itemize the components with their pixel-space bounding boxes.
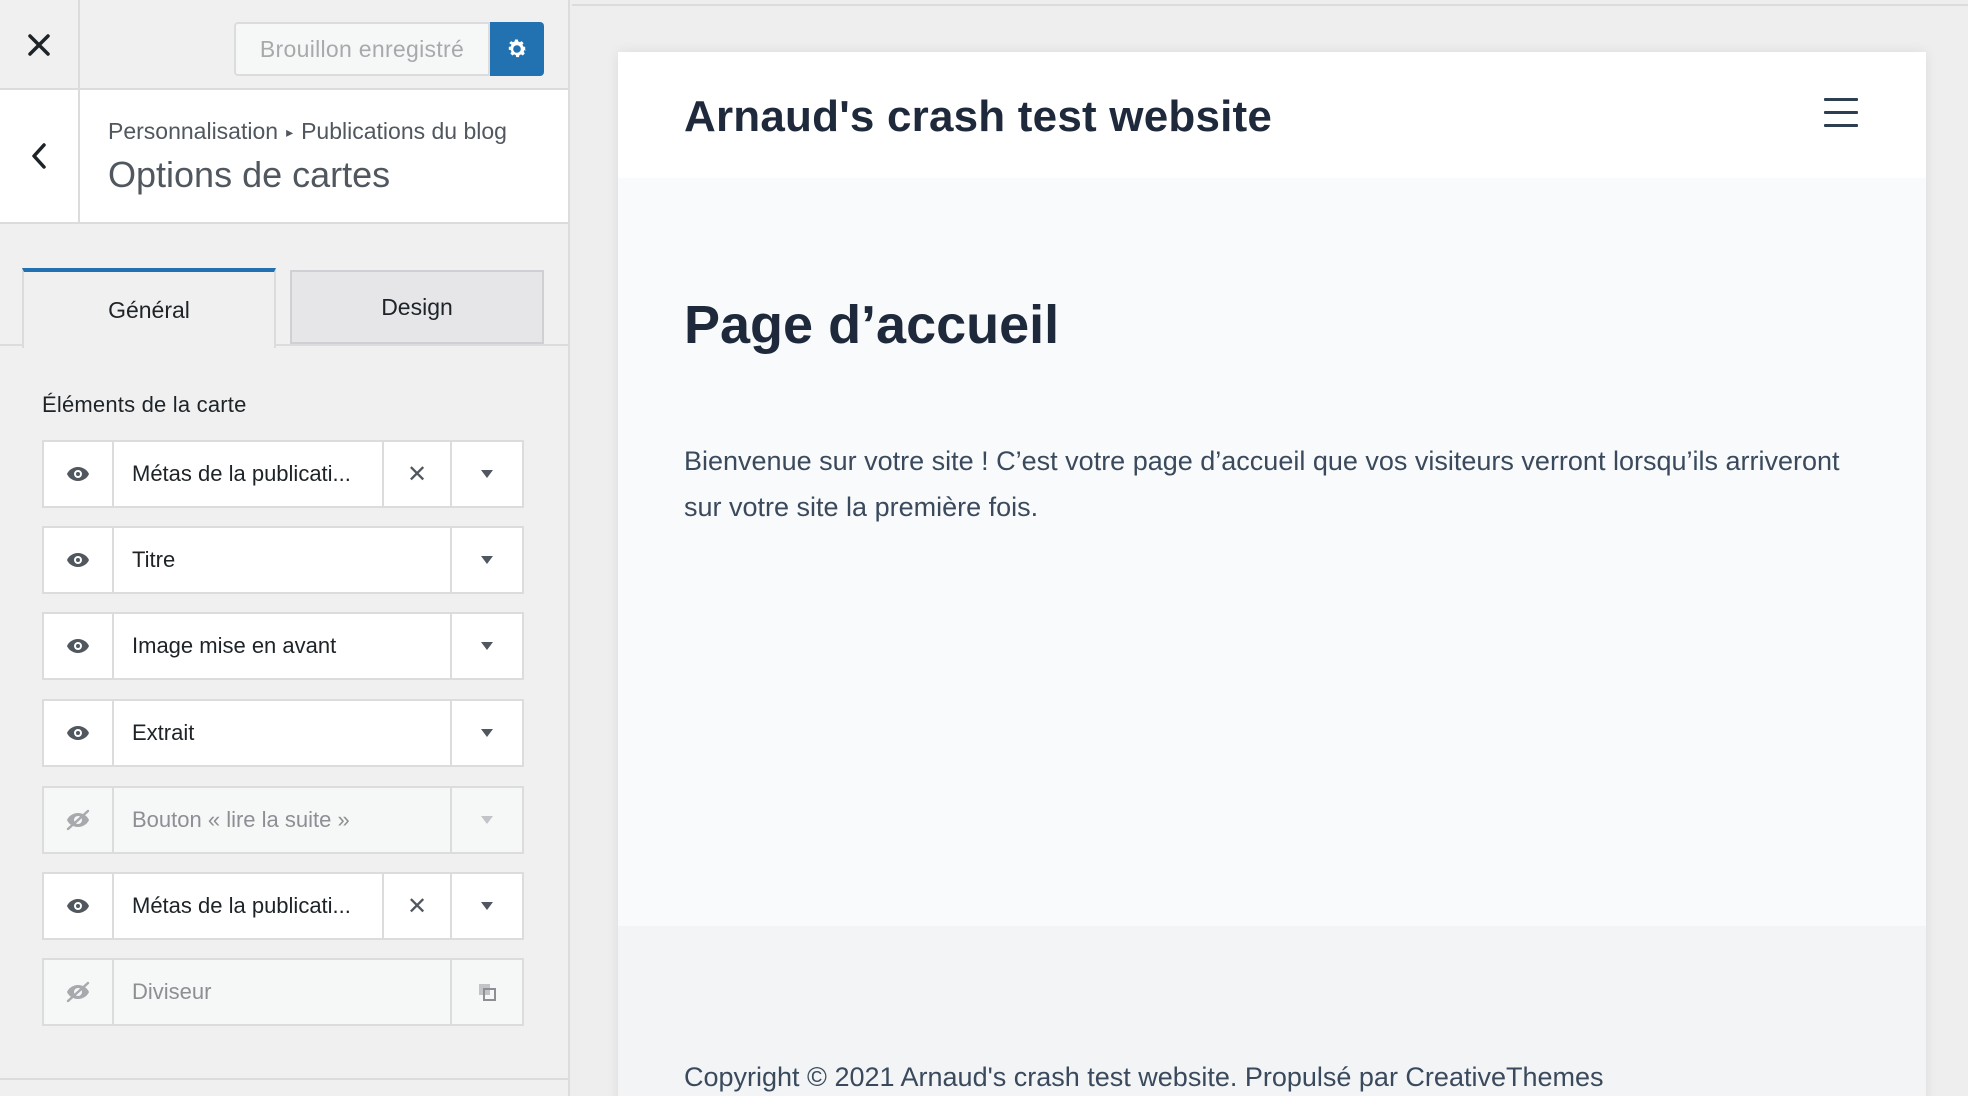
visibility-toggle[interactable] <box>44 788 114 852</box>
card-element-label: Métas de la publicati... <box>132 461 351 486</box>
card-element-row[interactable]: Métas de la publicati... ✕ <box>42 440 524 508</box>
card-element-row[interactable]: Titre <box>42 526 524 594</box>
customizer-panel: Brouillon enregistré Personnalisation ▸ Pu… <box>0 0 570 1096</box>
caret-down-icon <box>481 556 493 564</box>
section-header: Personnalisation ▸ Publications du blog Op… <box>0 90 568 224</box>
eye-icon <box>67 639 89 653</box>
draft-saved-button[interactable]: Brouillon enregistré <box>234 22 490 76</box>
caret-down-icon <box>481 729 493 737</box>
site-preview: Arnaud's crash test website Page d’accue… <box>618 52 1926 1096</box>
visibility-toggle[interactable] <box>44 701 114 765</box>
close-icon <box>28 34 50 56</box>
card-element-label: Extrait <box>132 720 195 745</box>
eye-hidden-icon <box>66 809 90 831</box>
footer-copyright: Copyright © 2021 Arnaud's crash test web… <box>684 1062 1604 1092</box>
caret-down-icon <box>481 816 493 824</box>
hamburger-icon[interactable] <box>1824 98 1858 128</box>
breadcrumb: Personnalisation ▸ Publications du blog <box>108 118 507 145</box>
gear-icon <box>508 39 527 58</box>
card-element-row[interactable]: Extrait <box>42 699 524 767</box>
page-title: Page d’accueil <box>684 295 1060 355</box>
expand-element-button[interactable] <box>450 614 522 678</box>
expand-element-button[interactable] <box>450 442 522 506</box>
expand-element-button[interactable] <box>450 874 522 938</box>
eye-icon <box>67 467 89 481</box>
expand-element-button[interactable] <box>450 701 522 765</box>
site-header: Arnaud's crash test website <box>618 52 1926 178</box>
visibility-toggle[interactable] <box>44 442 114 506</box>
card-element-label: Diviseur <box>132 979 212 1004</box>
visibility-toggle[interactable] <box>44 960 114 1024</box>
expand-element-button[interactable] <box>450 788 522 852</box>
eye-hidden-icon <box>66 981 90 1003</box>
caret-down-icon <box>481 902 493 910</box>
tab-bar: Général Design <box>0 224 568 348</box>
remove-element-button[interactable]: ✕ <box>382 442 450 506</box>
visibility-toggle[interactable] <box>44 614 114 678</box>
expand-element-button[interactable] <box>450 528 522 592</box>
breadcrumb-root: Personnalisation <box>108 118 279 144</box>
back-button[interactable] <box>0 90 80 222</box>
page-content: Bienvenue sur votre site ! C’est votre p… <box>684 446 1840 522</box>
remove-element-button[interactable]: ✕ <box>382 874 450 938</box>
breadcrumb-current: Publications du blog <box>301 118 507 144</box>
chevron-left-icon <box>32 143 46 169</box>
caret-down-icon <box>481 470 493 478</box>
card-element-label: Bouton « lire la suite » <box>132 807 350 832</box>
breadcrumb-separator: ▸ <box>286 124 294 140</box>
section-title: Options de cartes <box>108 154 391 195</box>
tab-design[interactable]: Design <box>290 270 544 344</box>
site-title[interactable]: Arnaud's crash test website <box>684 92 1272 142</box>
tab-general[interactable]: Général <box>22 268 276 348</box>
customizer-toolbar: Brouillon enregistré <box>0 0 568 90</box>
eye-icon <box>67 899 89 913</box>
visibility-toggle[interactable] <box>44 874 114 938</box>
card-element-row[interactable]: Diviseur <box>42 958 524 1026</box>
card-element-label: Métas de la publicati... <box>132 893 351 918</box>
panel-divider <box>0 1078 568 1080</box>
duplicate-element-button[interactable] <box>450 960 522 1024</box>
card-element-label: Titre <box>132 547 176 572</box>
duplicate-icon <box>479 984 496 1001</box>
eye-icon <box>67 726 89 740</box>
visibility-toggle[interactable] <box>44 528 114 592</box>
card-elements-heading: Éléments de la carte <box>42 392 247 417</box>
eye-icon <box>67 553 89 567</box>
card-element-label: Image mise en avant <box>132 633 337 658</box>
preview-top-border <box>572 4 1968 6</box>
settings-button[interactable] <box>490 22 544 76</box>
close-button[interactable] <box>0 0 80 90</box>
caret-down-icon <box>481 642 493 650</box>
card-element-row[interactable]: Image mise en avant <box>42 612 524 680</box>
card-element-row[interactable]: Métas de la publicati... ✕ <box>42 872 524 940</box>
card-element-row[interactable]: Bouton « lire la suite » <box>42 786 524 854</box>
